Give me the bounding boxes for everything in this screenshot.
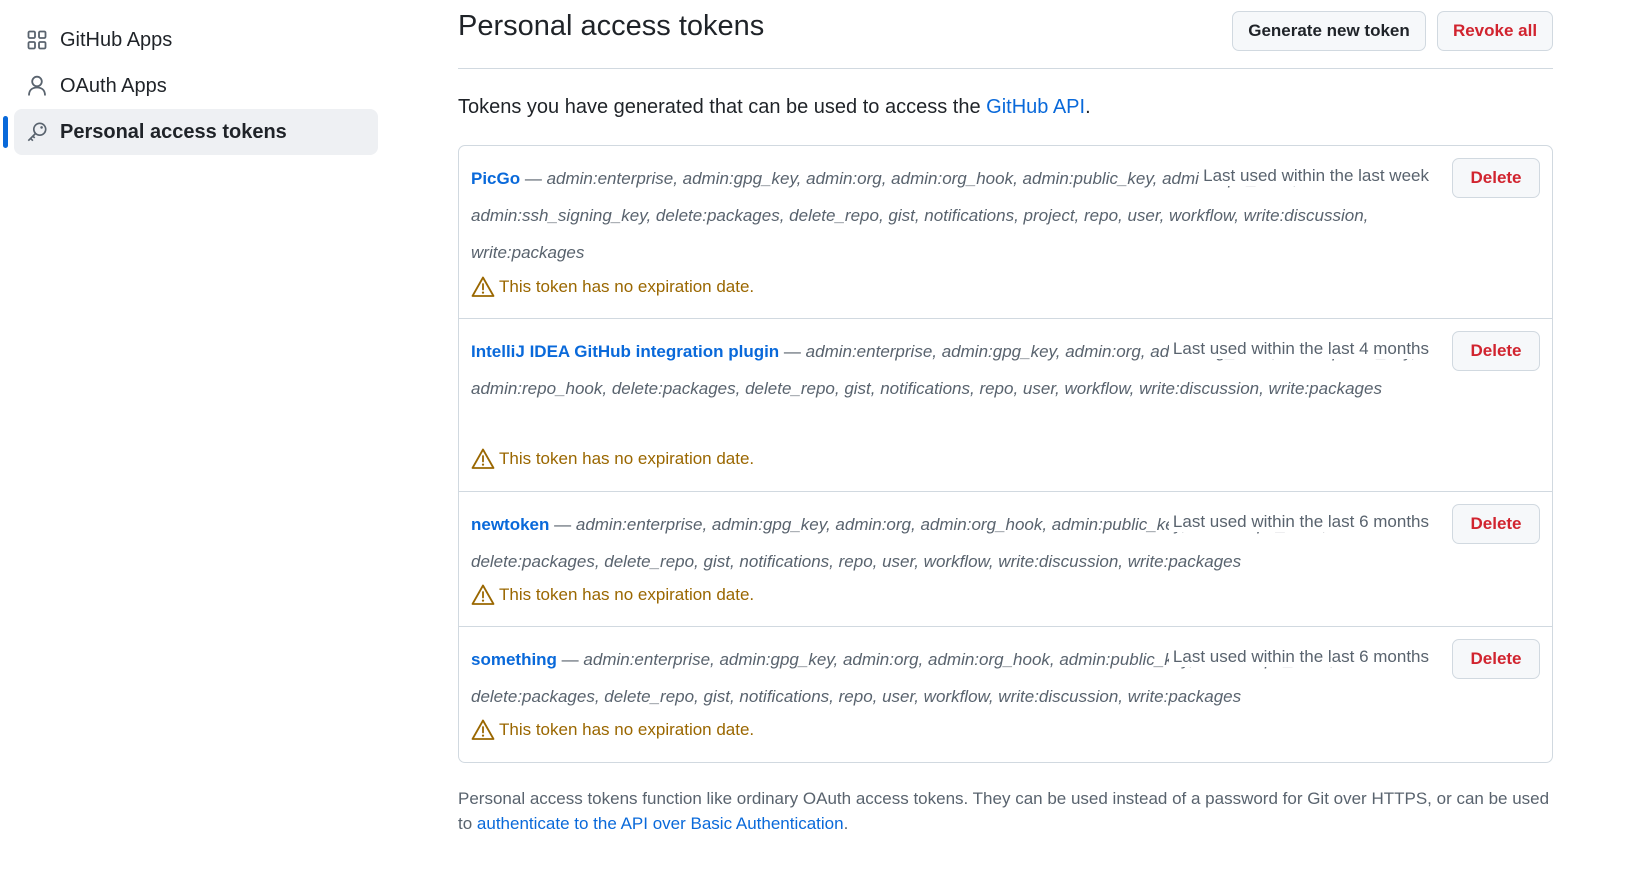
sidebar-item-github-apps[interactable]: GitHub Apps bbox=[14, 17, 378, 63]
github-api-link[interactable]: GitHub API bbox=[986, 96, 1085, 118]
sidebar-item-personal-access-tokens[interactable]: Personal access tokens bbox=[3, 109, 378, 155]
token-last-used: Last used within the last 6 months bbox=[1168, 647, 1429, 667]
token-last-used: Last used within the last 4 months bbox=[1168, 339, 1429, 359]
key-icon bbox=[26, 121, 48, 143]
sidebar-item-label: GitHub Apps bbox=[60, 28, 173, 51]
expiration-warning: This token has no expiration date. bbox=[471, 447, 754, 471]
delete-token-button[interactable]: Delete bbox=[1452, 331, 1540, 371]
token-item-intellij: IntelliJ IDEA GitHub integration plugin … bbox=[459, 319, 1552, 492]
token-name-link[interactable]: PicGo bbox=[471, 169, 520, 188]
sidebar-item-label: OAuth Apps bbox=[60, 74, 167, 97]
token-name-link[interactable]: something bbox=[471, 650, 557, 669]
apps-icon bbox=[26, 29, 48, 51]
expiration-warning: This token has no expiration date. bbox=[471, 275, 754, 299]
alert-icon bbox=[471, 447, 495, 471]
token-item-picgo: PicGo — admin:enterprise, admin:gpg_key,… bbox=[459, 146, 1552, 319]
footer-note: Personal access tokens function like ord… bbox=[458, 789, 1550, 833]
token-list: PicGo — admin:enterprise, admin:gpg_key,… bbox=[458, 145, 1553, 763]
page-header: Personal access tokens Generate new toke… bbox=[458, 0, 1553, 69]
token-last-used: Last used within the last 6 months bbox=[1168, 512, 1429, 532]
token-item-something: something — admin:enterprise, admin:gpg_… bbox=[459, 627, 1552, 762]
delete-token-button[interactable]: Delete bbox=[1452, 504, 1540, 544]
expiration-warning: This token has no expiration date. bbox=[471, 718, 754, 742]
alert-icon bbox=[471, 583, 495, 607]
sidebar-item-label: Personal access tokens bbox=[60, 120, 287, 143]
sidebar-item-oauth-apps[interactable]: OAuth Apps bbox=[14, 63, 378, 109]
expiration-warning: This token has no expiration date. bbox=[471, 583, 754, 607]
token-last-used: Last used within the last week bbox=[1199, 166, 1429, 186]
alert-icon bbox=[471, 718, 495, 742]
generate-new-token-button[interactable]: Generate new token bbox=[1232, 11, 1426, 51]
delete-token-button[interactable]: Delete bbox=[1452, 639, 1540, 679]
alert-icon bbox=[471, 275, 495, 299]
person-icon bbox=[26, 75, 48, 97]
page-title: Personal access tokens bbox=[458, 10, 765, 42]
main-content: Personal access tokens Generate new toke… bbox=[458, 0, 1553, 833]
revoke-all-button[interactable]: Revoke all bbox=[1437, 11, 1553, 51]
intro-text: Tokens you have generated that can be us… bbox=[458, 96, 1091, 118]
delete-token-button[interactable]: Delete bbox=[1452, 158, 1540, 198]
token-name-link[interactable]: IntelliJ IDEA GitHub integration plugin bbox=[471, 342, 779, 361]
token-name-link[interactable]: newtoken bbox=[471, 515, 549, 534]
basic-auth-link[interactable]: authenticate to the API over Basic Authe… bbox=[477, 814, 844, 833]
token-item-newtoken: newtoken — admin:enterprise, admin:gpg_k… bbox=[459, 492, 1552, 627]
settings-sidebar: GitHub Apps OAuth Apps Personal access t… bbox=[0, 17, 380, 155]
